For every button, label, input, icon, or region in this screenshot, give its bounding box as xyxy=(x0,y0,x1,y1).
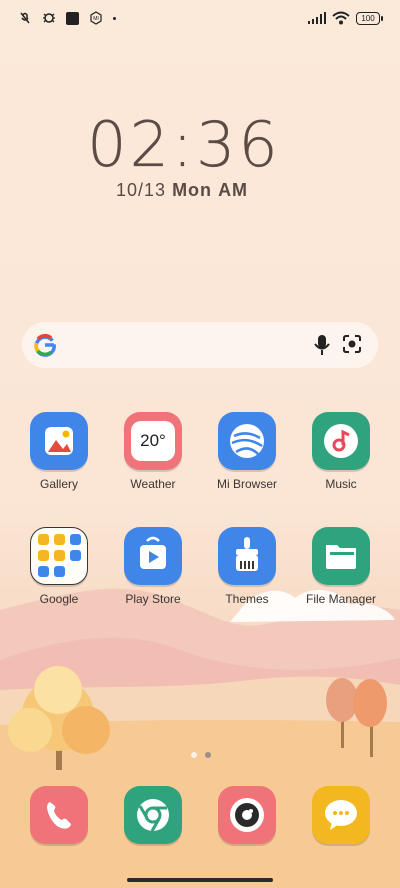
gallery-icon xyxy=(30,412,88,470)
clock-widget[interactable]: 02:36 xyxy=(0,108,368,181)
ampm-text: AM xyxy=(218,180,249,200)
bug-icon xyxy=(43,13,55,23)
app-music[interactable]: Music xyxy=(296,412,386,491)
clock-separator: : xyxy=(172,108,196,181)
app-label: Google xyxy=(39,592,79,606)
mic-icon[interactable] xyxy=(312,334,332,356)
date-text: 10/13 xyxy=(116,180,167,200)
square-icon xyxy=(66,11,79,25)
chrome-icon xyxy=(124,786,182,844)
svg-text:MI: MI xyxy=(93,16,99,22)
lens-icon[interactable] xyxy=(342,334,362,354)
battery-icon: 100 xyxy=(356,11,383,25)
page-indicator[interactable] xyxy=(191,752,211,758)
app-label: Play Store xyxy=(125,592,181,606)
google-folder-icon xyxy=(30,527,88,585)
home-gesture-bar[interactable] xyxy=(127,878,273,882)
camera-icon xyxy=(218,786,276,844)
app-weather[interactable]: 20° Weather xyxy=(108,412,198,491)
app-gallery[interactable]: Gallery xyxy=(14,412,104,491)
app-themes[interactable]: Themes xyxy=(202,527,292,606)
dock-phone[interactable] xyxy=(14,786,104,844)
dock-messages[interactable] xyxy=(296,786,386,844)
file-manager-icon xyxy=(312,527,370,585)
signal-icon xyxy=(308,12,326,24)
status-bar: MI 100 xyxy=(0,0,400,38)
app-label: Music xyxy=(325,477,357,491)
app-play-store[interactable]: Play Store xyxy=(108,527,198,606)
home-screen: MI 100 02:36 10/13 Mon AM Gallery 20° We… xyxy=(0,0,400,888)
app-file-manager[interactable]: File Manager xyxy=(296,527,386,606)
page-dot-1[interactable] xyxy=(191,752,197,758)
wifi-icon xyxy=(332,11,350,25)
app-label: File Manager xyxy=(305,592,377,606)
app-label: Gallery xyxy=(39,477,78,491)
clock-hours: 02 xyxy=(87,108,173,181)
dock-camera[interactable] xyxy=(202,786,292,844)
phone-icon xyxy=(30,786,88,844)
themes-icon xyxy=(218,527,276,585)
notification-dot-icon xyxy=(113,16,116,20)
weekday-text: Mon xyxy=(172,180,213,200)
google-search-bar[interactable] xyxy=(22,322,378,368)
app-mi-browser[interactable]: Mi Browser xyxy=(202,412,292,491)
google-g-icon xyxy=(34,333,56,357)
weather-temp: 20° xyxy=(131,421,175,461)
play-store-icon xyxy=(124,527,182,585)
app-label: Weather xyxy=(130,477,176,491)
page-dot-2[interactable] xyxy=(205,752,211,758)
mic-off-icon xyxy=(20,12,30,24)
app-label: Mi Browser xyxy=(216,477,277,491)
dock-chrome[interactable] xyxy=(108,786,198,844)
date-widget[interactable]: 10/13 Mon AM xyxy=(116,180,248,201)
app-label: Themes xyxy=(225,592,269,606)
messages-icon xyxy=(312,786,370,844)
mi-browser-icon xyxy=(218,412,276,470)
mi-icon: MI xyxy=(90,11,102,25)
app-google-folder[interactable]: Google xyxy=(14,527,104,606)
weather-icon: 20° xyxy=(124,412,182,470)
clock-minutes: 36 xyxy=(195,108,281,181)
music-icon xyxy=(312,412,370,470)
